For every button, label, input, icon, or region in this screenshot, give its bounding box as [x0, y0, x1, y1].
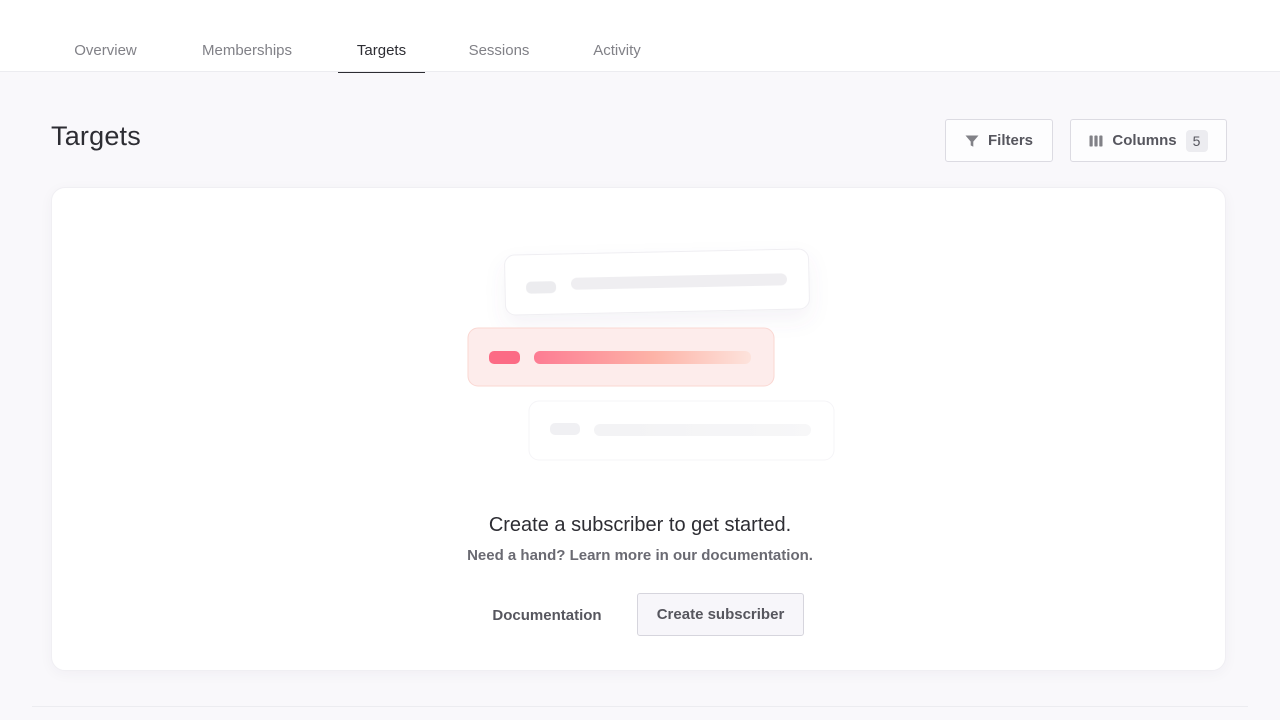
create-subscriber-button[interactable]: Create subscriber [637, 593, 804, 636]
empty-state-subtitle: Need a hand? Learn more in our documenta… [467, 547, 813, 564]
tab-label: Sessions [468, 42, 530, 59]
empty-state-title: Create a subscriber to get started. [488, 514, 792, 536]
columns-icon [1089, 135, 1103, 146]
documentation-button[interactable]: Documentation [472, 594, 622, 636]
tab-label: Memberships [201, 42, 293, 59]
columns-label: Columns [1112, 132, 1177, 149]
tab-label: Activity [593, 42, 641, 59]
columns-count-badge: 5 [1185, 129, 1208, 152]
tab-targets[interactable]: Targets [338, 0, 425, 73]
tabs-bar: Overview Memberships Targets Sessions Ac… [0, 0, 1280, 73]
tab-label: Targets [356, 42, 407, 59]
tab-sessions[interactable]: Sessions [451, 0, 547, 72]
tab-label: Overview [74, 42, 137, 59]
tab-overview[interactable]: Overview [55, 0, 156, 72]
tab-memberships[interactable]: Memberships [182, 0, 312, 72]
filters-button[interactable]: Filters [945, 119, 1053, 162]
tab-activity[interactable]: Activity [573, 0, 661, 72]
page-title: Targets [51, 121, 141, 151]
funnel-icon [965, 135, 979, 147]
filters-label: Filters [987, 132, 1033, 149]
columns-button[interactable]: Columns 5 [1070, 119, 1227, 162]
bottom-divider [32, 706, 1248, 707]
